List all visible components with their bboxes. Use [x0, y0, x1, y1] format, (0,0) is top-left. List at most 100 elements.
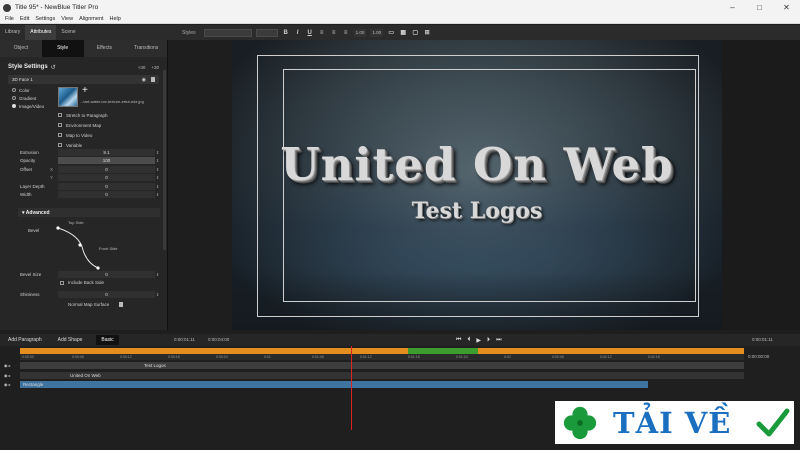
bevel-size-field[interactable]: 0	[58, 270, 155, 278]
trash-icon[interactable]	[119, 302, 124, 307]
include-back-side-checkbox[interactable]: Include Back Side	[60, 280, 104, 285]
curve-handle[interactable]	[78, 243, 82, 247]
add-shape-button[interactable]: Add Shape	[50, 334, 91, 346]
advanced-section-header[interactable]: ▾ Advanced	[18, 208, 160, 217]
checkbox-map-to-video[interactable]: Map to Video	[58, 130, 108, 140]
spinner-icon[interactable]: ⇕	[155, 175, 160, 180]
tab-transitions[interactable]: Transitions	[125, 40, 167, 57]
reset-icon[interactable]: ↺	[51, 64, 56, 71]
font-select[interactable]	[203, 28, 252, 37]
checkbox-icon	[58, 143, 62, 147]
image-checkboxes: Stretch to Paragraph Environment Map Map…	[58, 110, 108, 150]
track-visibility-icon[interactable]: ◉ ▸	[4, 382, 11, 387]
step-back-icon[interactable]: ⏴	[467, 337, 470, 344]
spinner-icon[interactable]: ⇕	[155, 150, 160, 155]
track-visibility-icon[interactable]: ◉ ▸	[4, 373, 11, 378]
extrusion-field[interactable]: 9.1	[58, 148, 155, 156]
bold-icon[interactable]: B	[282, 29, 290, 37]
tab-effects[interactable]: Effects	[84, 40, 126, 57]
skip-start-icon[interactable]: ⏮	[456, 337, 461, 344]
layer-depth-field[interactable]: 0	[58, 182, 155, 190]
close-button[interactable]: ✕	[773, 3, 800, 12]
menu-bar: File Edit Settings View Alignment Help	[0, 15, 800, 24]
preview-canvas[interactable]: United On Web Test Logos	[232, 40, 722, 330]
checkbox-environment-map[interactable]: Environment Map	[58, 120, 108, 130]
curve-handle[interactable]	[56, 226, 60, 230]
spinner-icon[interactable]: ⇕	[155, 292, 160, 297]
offset-y-field[interactable]: 0	[58, 174, 155, 181]
timeline-end-timecode: 0:00:00:00	[748, 354, 770, 359]
menu-file[interactable]: File	[5, 16, 14, 22]
bevel-size-row: Bevel Size 0 ⇕	[20, 270, 160, 279]
checkbox-icon	[58, 133, 62, 137]
safe-area-icon[interactable]: ▢	[411, 29, 419, 37]
top-row: Library Attributes Scene Styles B I U ≡ …	[0, 25, 800, 40]
app-icon	[3, 3, 11, 12]
add-edge-button[interactable]: +30	[151, 65, 159, 70]
underline-icon[interactable]: U	[306, 29, 314, 37]
visibility-icon[interactable]: ◉	[142, 77, 146, 83]
track-rectangle[interactable]: Rectangle	[20, 381, 648, 388]
subline-text[interactable]: Test Logos	[232, 198, 722, 224]
spinner-icon[interactable]: ⇕	[155, 192, 160, 197]
radio-icon	[12, 88, 16, 92]
spinner-icon[interactable]: ⇕	[155, 272, 160, 277]
align-center-icon[interactable]: ≡	[330, 29, 338, 37]
step-forward-icon[interactable]: ⏵	[487, 337, 490, 344]
spinner-icon[interactable]: ⇕	[155, 184, 160, 189]
tracking-field[interactable]: 1.00	[353, 28, 367, 37]
width-field[interactable]: 0	[58, 191, 155, 198]
tab-attributes[interactable]: Attributes	[25, 25, 57, 40]
shininess-field[interactable]: 0	[58, 290, 155, 298]
align-left-icon[interactable]: ≡	[318, 29, 326, 37]
add-paragraph-button[interactable]: Add Paragraph	[0, 334, 50, 346]
normal-map-row: Normal Map Surface	[68, 302, 124, 307]
prop-opacity: Opacity 100 ⇕	[20, 157, 160, 164]
skip-end-icon[interactable]: ⏭	[496, 337, 501, 344]
add-image-icon[interactable]: +	[82, 85, 88, 96]
bevel-curve-editor[interactable]	[55, 225, 101, 270]
panel-scrollbar[interactable]	[163, 70, 166, 250]
add-face-button[interactable]: +30	[138, 65, 146, 70]
italic-icon[interactable]: I	[294, 29, 302, 37]
playhead[interactable]	[351, 346, 352, 430]
face-layer-row[interactable]: 3D Face 1 ◉	[8, 75, 159, 84]
tab-style[interactable]: Style	[41, 40, 84, 57]
fill-option-color[interactable]: Color	[12, 86, 52, 94]
texture-thumbnail[interactable]	[58, 87, 78, 107]
leading-field[interactable]: 1.00	[370, 28, 384, 37]
checkbox-icon	[60, 280, 64, 285]
layout-icon[interactable]: ▭	[387, 29, 395, 37]
menu-edit[interactable]: Edit	[20, 16, 29, 22]
spinner-icon[interactable]: ⇕	[155, 158, 160, 163]
play-icon[interactable]: ▶	[476, 337, 481, 344]
tab-scene[interactable]: Scene	[56, 25, 80, 40]
font-size-select[interactable]	[255, 28, 278, 37]
tab-library[interactable]: Library	[0, 25, 25, 40]
track-united-on-web[interactable]: United On Web	[20, 372, 744, 379]
menu-alignment[interactable]: Alignment	[79, 16, 103, 22]
minimize-button[interactable]: –	[719, 3, 746, 12]
menu-settings[interactable]: Settings	[35, 16, 55, 22]
menu-view[interactable]: View	[61, 16, 73, 22]
menu-help[interactable]: Help	[110, 16, 121, 22]
trash-icon[interactable]	[151, 77, 155, 82]
timeline-ticks: 0:00:00 0:00:06 0:00:12 0:00:18 0:00:24 …	[20, 354, 744, 360]
align-right-icon[interactable]: ≡	[342, 29, 350, 37]
tab-object[interactable]: Object	[0, 40, 42, 57]
track-visibility-icon[interactable]: ◉ ▸	[4, 363, 11, 368]
spinner-icon[interactable]: ⇕	[155, 167, 160, 172]
checkbox-stretch[interactable]: Stretch to Paragraph	[58, 110, 108, 120]
track-test-logos[interactable]: Test Logos	[20, 362, 744, 369]
grid-icon[interactable]: ▦	[399, 29, 407, 37]
opacity-field[interactable]: 100	[58, 157, 155, 164]
fit-icon[interactable]: ⊞	[423, 29, 431, 37]
fill-option-image[interactable]: Image/Video	[12, 102, 52, 110]
offset-x-field[interactable]: 0	[58, 165, 155, 173]
basic-mode-button[interactable]: Basic	[96, 335, 119, 345]
maximize-button[interactable]: □	[746, 3, 773, 12]
watermark-banner: TẢI VỀ	[555, 401, 794, 444]
fill-option-gradient[interactable]: Gradient	[12, 94, 52, 102]
duration-timecode[interactable]: 0:00:04:00	[208, 337, 229, 342]
headline-text[interactable]: United On Web	[232, 138, 722, 191]
